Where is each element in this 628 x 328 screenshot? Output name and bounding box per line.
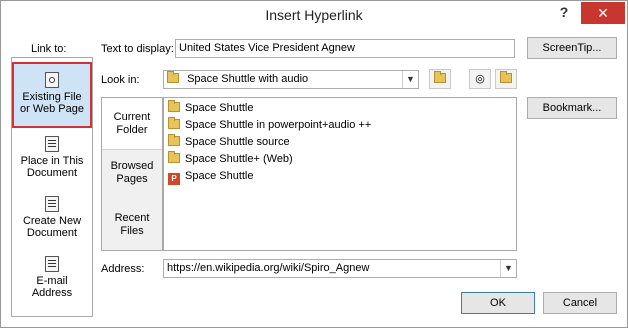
powerpoint-icon: P: [168, 173, 180, 185]
look-in-combo[interactable]: Space Shuttle with audio ▼: [163, 70, 419, 89]
email-icon: [45, 256, 59, 272]
link-item-label-line1: Place in This: [20, 155, 84, 167]
up-one-folder-button[interactable]: [429, 69, 451, 89]
nav-label-line1: Current: [113, 111, 151, 123]
help-button[interactable]: ?: [553, 4, 575, 24]
look-in-label: Look in:: [101, 74, 140, 86]
list-item[interactable]: P Space Shuttle: [168, 168, 254, 185]
link-to-bar: Existing File or Web Page Place in This …: [11, 57, 93, 317]
list-item[interactable]: Space Shuttle+ (Web): [168, 151, 293, 167]
nav-browsed-pages[interactable]: Browsed Pages: [102, 160, 162, 192]
link-item-label-line1: Existing File: [22, 91, 82, 103]
browse-nav-panel: Current Folder Browsed Pages Recent File…: [101, 97, 163, 251]
insert-hyperlink-dialog: Insert Hyperlink ? ✕ Link to: Existing F…: [0, 0, 628, 328]
folder-icon: [168, 100, 180, 112]
file-name: Space Shuttle in powerpoint+audio ++: [185, 119, 372, 131]
link-create-new-document[interactable]: Create New Document: [12, 196, 92, 244]
search-globe-icon: ◎: [475, 73, 485, 85]
address-value: https://en.wikipedia.org/wiki/Spiro_Agne…: [167, 262, 370, 274]
address-label: Address:: [101, 263, 145, 275]
screentip-button[interactable]: ScreenTip...: [527, 37, 617, 59]
cancel-button[interactable]: Cancel: [543, 292, 617, 314]
folder-icon: [168, 117, 180, 129]
file-list: Space Shuttle Space Shuttle in powerpoin…: [163, 97, 517, 251]
file-name: Space Shuttle: [185, 170, 254, 182]
close-button[interactable]: ✕: [581, 2, 625, 24]
list-item[interactable]: Space Shuttle source: [168, 134, 290, 150]
title-bar: Insert Hyperlink ? ✕: [1, 1, 627, 31]
link-to-label: Link to:: [31, 43, 67, 55]
text-to-display-label: Text to display:: [101, 43, 174, 55]
file-name: Space Shuttle+ (Web): [185, 153, 293, 165]
nav-label-line2: Pages: [116, 173, 148, 185]
browse-web-button[interactable]: ◎: [469, 69, 491, 89]
folder-up-icon: [434, 71, 446, 83]
nav-label-line2: Folder: [116, 124, 148, 136]
dialog-title: Insert Hyperlink: [265, 7, 363, 23]
folder-icon: [168, 134, 180, 146]
folder-icon: [168, 151, 180, 163]
folder-icon: [167, 71, 179, 83]
chevron-down-icon[interactable]: ▼: [500, 260, 516, 277]
chevron-down-icon[interactable]: ▼: [402, 71, 418, 88]
nav-label-line1: Recent: [114, 212, 150, 224]
link-item-label-line2: Address: [31, 287, 73, 299]
link-item-label-line2: Document: [26, 167, 78, 179]
list-item[interactable]: Space Shuttle in powerpoint+audio ++: [168, 117, 371, 133]
link-place-in-this-document[interactable]: Place in This Document: [12, 136, 92, 184]
bookmark-button[interactable]: Bookmark...: [527, 97, 617, 119]
open-folder-icon: [500, 71, 512, 83]
ok-button[interactable]: OK: [461, 292, 535, 314]
link-email-address[interactable]: E-mail Address: [12, 256, 92, 304]
nav-label-line1: Browsed: [110, 160, 154, 172]
new-document-icon: [45, 196, 59, 212]
look-in-value: Space Shuttle with audio: [187, 73, 309, 85]
link-item-label-line2: or Web Page: [19, 103, 84, 115]
link-item-label-line2: Document: [26, 227, 78, 239]
address-input[interactable]: https://en.wikipedia.org/wiki/Spiro_Agne…: [163, 259, 517, 278]
nav-current-folder[interactable]: Current Folder: [102, 98, 162, 150]
globe-page-icon: [45, 72, 59, 88]
file-name: Space Shuttle source: [185, 136, 290, 148]
link-item-label-line1: Create New: [22, 215, 82, 227]
browse-file-button[interactable]: [495, 69, 517, 89]
nav-label-line2: Files: [120, 225, 144, 237]
list-item[interactable]: Space Shuttle: [168, 100, 254, 116]
link-item-label-line1: E-mail: [36, 275, 68, 287]
nav-recent-files[interactable]: Recent Files: [102, 212, 162, 244]
document-place-icon: [45, 136, 59, 152]
text-to-display-input[interactable]: United States Vice President Agnew: [175, 39, 515, 58]
link-existing-file-or-web-page[interactable]: Existing File or Web Page: [12, 62, 92, 128]
file-name: Space Shuttle: [185, 102, 254, 114]
